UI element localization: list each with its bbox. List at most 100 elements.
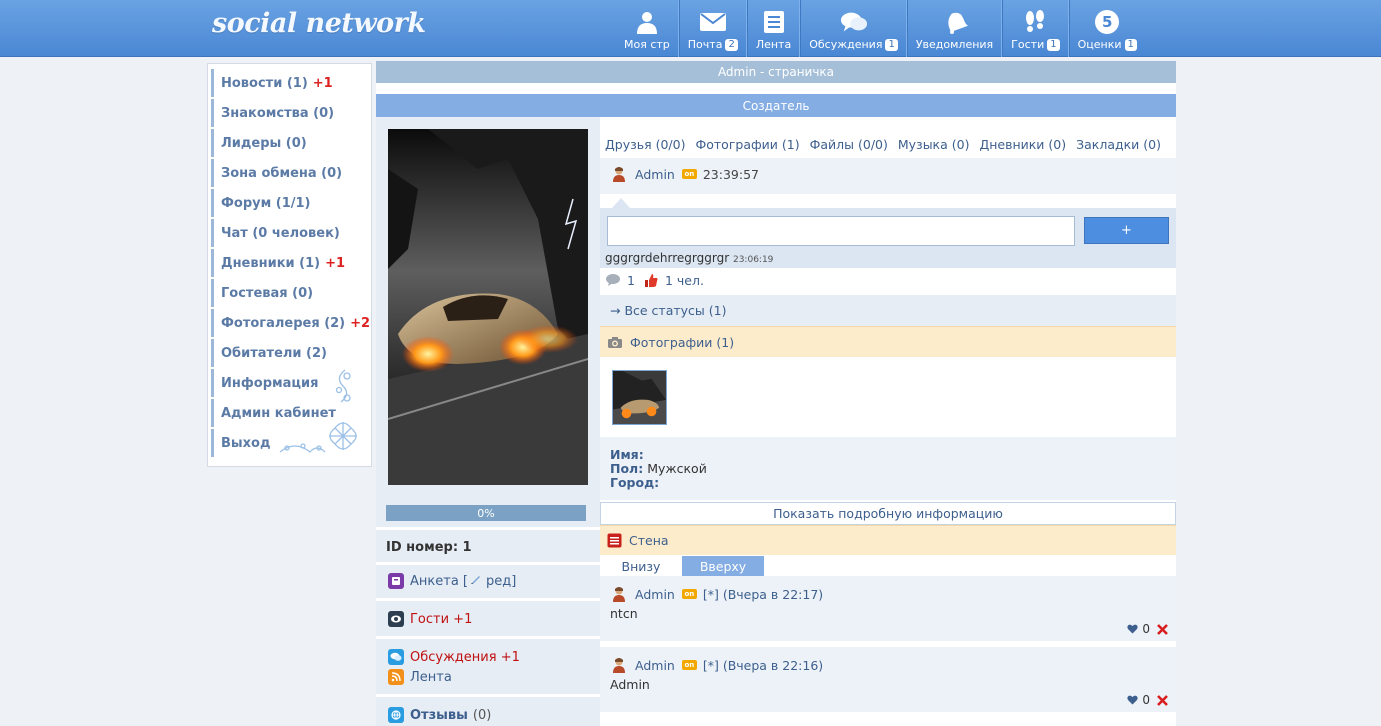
speech-pointer	[612, 198, 630, 208]
thumbs-up-icon[interactable]	[643, 272, 659, 288]
status-text: gggrgrdehrregrggrgr 23:06:19	[605, 251, 773, 265]
wall-header-label: Стена	[629, 533, 669, 548]
menu-item-gallery[interactable]: Фотогалерея (2) +2	[211, 309, 371, 337]
anketa-label: Анкета [	[410, 573, 468, 589]
menu-item-logout[interactable]: Выход	[211, 429, 368, 457]
feed-label: Лента	[410, 669, 452, 685]
post-username[interactable]: Admin	[635, 658, 675, 673]
user-id: ID номер: 1	[386, 540, 472, 555]
tab-diaries[interactable]: Дневники (0)	[979, 137, 1066, 152]
menu-item-chat[interactable]: Чат (0 человек)	[211, 219, 368, 247]
tab-wall-bottom[interactable]: Внизу	[600, 556, 682, 576]
user-avatar-icon[interactable]	[611, 657, 627, 673]
profile-tabs: Друзья (0/0) Фотографии (1) Файлы (0/0) …	[605, 137, 1161, 152]
reviews-link[interactable]: Отзывы (0)	[388, 707, 491, 723]
info-name-label: Имя:	[610, 447, 644, 462]
nav-guests[interactable]: Гости 1	[1002, 0, 1069, 57]
menu-item-admin[interactable]: Админ кабинет	[211, 399, 368, 427]
menu-label: Форум (1/1)	[221, 195, 311, 211]
guests-link[interactable]: Гости +1	[388, 611, 472, 627]
all-statuses-link[interactable]: → Все статусы (1)	[600, 295, 1176, 326]
tab-music[interactable]: Музыка (0)	[898, 137, 970, 152]
comment-count[interactable]: 1	[627, 273, 635, 288]
status-text-time: 23:06:19	[732, 255, 774, 265]
camera-icon	[607, 336, 623, 349]
add-status-button[interactable]: +	[1084, 217, 1169, 244]
menu-item-exchange[interactable]: Зона обмена (0)	[211, 159, 368, 187]
photos-header[interactable]: Фотографии (1)	[600, 326, 1176, 357]
status-time: 23:39:57	[702, 166, 759, 182]
chat-icon	[388, 649, 404, 665]
menu-label: Фотогалерея (2)	[221, 315, 346, 331]
nav-my-page[interactable]: Моя стр	[616, 0, 679, 57]
anketa-edit-link[interactable]: ред]	[486, 574, 516, 589]
menu-label: Гостевая (0)	[221, 285, 314, 301]
post-username[interactable]: Admin	[635, 587, 675, 602]
post-author: Admin on [*] (Вчера в 22:16)	[611, 657, 823, 673]
chat-icon	[840, 9, 868, 35]
info-city-label: Город:	[610, 475, 660, 490]
rating-icon: 5	[1093, 9, 1121, 35]
like-count[interactable]: 1 чел.	[665, 273, 704, 288]
menu-item-news[interactable]: Новости (1) +1	[211, 69, 368, 97]
post-actions: 0	[1127, 693, 1168, 707]
tab-bookmarks[interactable]: Закладки (0)	[1076, 137, 1161, 152]
user-info: Имя: Пол: Мужской Город:	[600, 437, 1176, 500]
menu-label: Лидеры (0)	[221, 135, 307, 151]
post-actions: 0	[1127, 622, 1168, 636]
menu-item-diaries[interactable]: Дневники (1) +1	[211, 249, 368, 277]
heart-icon[interactable]	[1127, 624, 1139, 634]
reviews-label: Отзывы	[410, 707, 468, 723]
status-username[interactable]: Admin	[635, 167, 675, 182]
menu-label: Обитатели (2)	[221, 345, 327, 361]
info-sex-label: Пол:	[610, 461, 644, 476]
nav-ratings[interactable]: 5 Оценки 1	[1068, 0, 1145, 57]
wall-header[interactable]: Стена	[600, 525, 1176, 555]
status-author: Admin on 23:39:57	[611, 166, 759, 182]
tab-wall-top[interactable]: Вверху	[682, 556, 764, 576]
menu-item-dating[interactable]: Знакомства (0)	[211, 99, 368, 127]
profile-avatar[interactable]	[388, 129, 588, 485]
left-menu: Новости (1) +1 Знакомства (0) Лидеры (0) …	[207, 63, 372, 467]
menu-plus: +1	[325, 255, 346, 271]
tab-photos[interactable]: Фотографии (1)	[695, 137, 799, 152]
delete-icon[interactable]	[1157, 623, 1168, 635]
heart-icon[interactable]	[1127, 695, 1139, 705]
delete-icon[interactable]	[1157, 694, 1168, 706]
info-city-row: Город:	[610, 476, 1166, 490]
menu-plus: +2	[350, 315, 371, 331]
user-avatar-icon[interactable]	[611, 586, 627, 602]
user-avatar-icon[interactable]	[611, 166, 627, 182]
divider	[376, 636, 600, 639]
discussions-link[interactable]: Обсуждения +1	[388, 649, 520, 665]
nav-discussions[interactable]: Обсуждения 1	[800, 0, 907, 57]
menu-item-information[interactable]: Информация	[211, 369, 368, 397]
divider	[376, 527, 600, 530]
nav-mail[interactable]: Почта 2	[678, 0, 747, 57]
menu-item-leaders[interactable]: Лидеры (0)	[211, 129, 368, 157]
photo-thumbnail[interactable]	[612, 370, 667, 425]
post-text: ntcn	[610, 606, 638, 621]
rating-number: 5	[1095, 10, 1120, 34]
menu-label: Новости (1)	[221, 75, 308, 91]
feed-link[interactable]: Лента	[388, 669, 452, 685]
status-input[interactable]	[607, 216, 1075, 246]
nav-feed[interactable]: Лента	[746, 0, 801, 57]
tab-friends[interactable]: Друзья (0/0)	[605, 137, 685, 152]
nav-label: Моя стр	[624, 38, 670, 51]
comment-icon[interactable]	[605, 273, 621, 287]
post-like-count: 0	[1142, 622, 1150, 636]
site-logo[interactable]: social network	[212, 8, 426, 39]
page-title: Admin - страничка	[376, 61, 1176, 83]
show-details-button[interactable]: Показать подробную информацию	[600, 502, 1176, 525]
menu-item-residents[interactable]: Обитатели (2)	[211, 339, 368, 367]
divider	[376, 694, 600, 697]
menu-item-forum[interactable]: Форум (1/1)	[211, 189, 368, 217]
anketa-link[interactable]: Анкета [ ред]	[388, 573, 516, 589]
tab-files[interactable]: Файлы (0/0)	[810, 137, 888, 152]
menu-item-guestbook[interactable]: Гостевая (0)	[211, 279, 368, 307]
pencil-icon[interactable]	[470, 573, 482, 589]
nav-notifications[interactable]: Уведомления	[906, 0, 1003, 57]
feed-icon	[760, 9, 788, 35]
user-icon	[633, 9, 661, 35]
